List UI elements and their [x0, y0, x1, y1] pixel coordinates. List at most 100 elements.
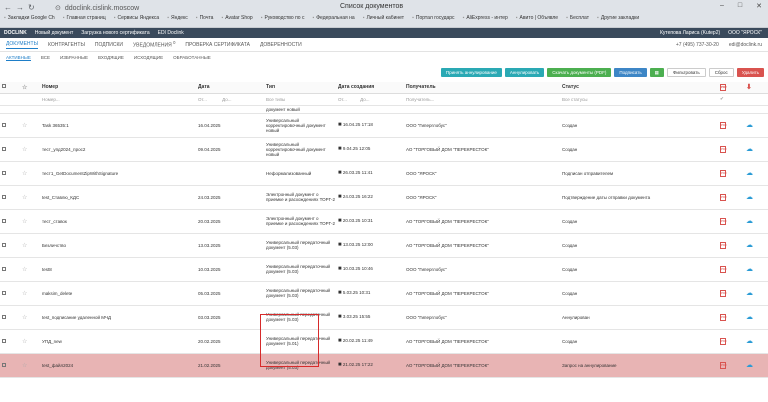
- cloud-download-icon[interactable]: ☁: [746, 170, 753, 177]
- cell-number[interactable]: test_Ставлю_КДС: [40, 185, 196, 210]
- bookmark-item[interactable]: Портал государс: [412, 15, 455, 21]
- col-type[interactable]: Тип: [264, 82, 336, 94]
- folder-icon[interactable]: ■: [338, 170, 342, 176]
- new-document-link[interactable]: Новый документ: [35, 30, 73, 36]
- cell-number[interactable]: test8: [40, 257, 196, 282]
- filter-button[interactable]: Фильтровать: [666, 68, 706, 77]
- folder-icon[interactable]: ■: [338, 290, 342, 296]
- tab-certificate-check[interactable]: ПРОВЕРКА СЕРТИФИКАТА: [185, 42, 250, 48]
- cloud-download-icon[interactable]: ☁: [746, 194, 753, 201]
- site-info-icon[interactable]: ⊙: [55, 4, 61, 12]
- row-checkbox[interactable]: [2, 146, 6, 151]
- bookmark-item[interactable]: AliExpress - интер: [463, 15, 507, 21]
- bookmark-item[interactable]: Главная страниц: [63, 15, 106, 21]
- folder-icon[interactable]: ■: [338, 338, 342, 344]
- col-recipient[interactable]: Получатель: [404, 82, 560, 94]
- favorite-star-icon[interactable]: ☆: [22, 315, 27, 321]
- cloud-download-icon[interactable]: ☁: [746, 242, 753, 249]
- bookmark-item[interactable]: Руководство по с: [261, 15, 304, 21]
- cloud-download-icon[interactable]: ☁: [746, 362, 753, 369]
- subtab-all[interactable]: ВСЕ: [41, 55, 50, 60]
- tab-notifications[interactable]: УВЕДОМЛЕНИЯ 0: [133, 40, 175, 49]
- bookmark-item[interactable]: Яндекс: [167, 15, 188, 21]
- favorite-star-icon[interactable]: ☆: [22, 291, 27, 297]
- sign-button[interactable]: Подписать: [614, 68, 647, 77]
- table-row[interactable]: ☆ Безличство 13.03.2025 Универсальный перед…: [0, 233, 768, 258]
- folder-icon[interactable]: ■: [338, 362, 342, 368]
- cloud-download-icon[interactable]: ☁: [746, 122, 753, 129]
- table-row[interactable]: ☆ тест_упд2024_прос2 09.04.2025 Универсальн…: [0, 137, 768, 162]
- row-checkbox[interactable]: [2, 266, 6, 271]
- subtab-outgoing[interactable]: ИСХОДЯЩИЕ: [134, 55, 163, 60]
- filter-recipient-input[interactable]: Получатель...: [404, 93, 560, 106]
- url-text[interactable]: ddoclink.cislink.moscow: [65, 5, 139, 12]
- folder-icon[interactable]: ■: [338, 242, 342, 248]
- favorite-star-icon[interactable]: ☆: [22, 267, 27, 273]
- download-icon[interactable]: ⬇: [746, 84, 752, 91]
- cloud-download-icon[interactable]: ☁: [746, 266, 753, 273]
- filter-type-select[interactable]: Все типы: [264, 93, 336, 106]
- cell-number[interactable]: УПД_new: [40, 329, 196, 354]
- table-row[interactable]: ☆ test_файл2024 21.02.2025 Универсальный пе…: [0, 353, 768, 378]
- tab-documents[interactable]: ДОКУМЕНТЫ: [6, 41, 39, 49]
- bookmark-item[interactable]: Федеральная на: [312, 15, 354, 21]
- cell-number[interactable]: test_подписание удаленной МЧД: [40, 305, 196, 330]
- col-status[interactable]: Статус: [560, 82, 718, 94]
- upload-certificate-link[interactable]: Загрузка нового сертификата: [81, 30, 149, 36]
- pdf-icon[interactable]: PDF: [720, 145, 727, 153]
- bookmark-item[interactable]: Почта: [196, 15, 214, 21]
- download-pdf-button[interactable]: Скачать документы (PDF): [547, 68, 612, 77]
- pdf-icon[interactable]: PDF: [720, 121, 727, 129]
- col-created[interactable]: Дата создания: [336, 82, 404, 94]
- table-row[interactable]: ☆ maksim_delete 05.03.2025 Универсальный пе…: [0, 281, 768, 306]
- back-icon[interactable]: ←: [4, 3, 12, 12]
- table-row[interactable]: ☆ test8 10.03.2025 Универсальный передаточн…: [0, 257, 768, 282]
- tab-contractors[interactable]: КОНТРАГЕНТЫ: [48, 42, 85, 48]
- folder-icon[interactable]: ■: [338, 266, 342, 272]
- col-date[interactable]: Дата: [196, 82, 264, 94]
- bookmark-item[interactable]: Бесплат: [566, 15, 589, 21]
- favorite-star-icon[interactable]: ☆: [22, 147, 27, 153]
- bookmark-item[interactable]: Другие закладки: [597, 15, 639, 21]
- cloud-download-icon[interactable]: ☁: [746, 338, 753, 345]
- row-checkbox[interactable]: [2, 218, 6, 223]
- pdf-icon[interactable]: PDF: [720, 241, 727, 249]
- close-icon[interactable]: ✕: [756, 2, 762, 10]
- row-checkbox[interactable]: [2, 242, 6, 247]
- bookmark-item[interactable]: Avatar Shop: [221, 15, 252, 21]
- pdf-icon[interactable]: PDF: [720, 83, 727, 91]
- row-checkbox[interactable]: [2, 194, 6, 199]
- table-row[interactable]: ☆ тест_ставок 20.03.2025 Электронный докуме…: [0, 209, 768, 234]
- favorite-star-icon[interactable]: ☆: [22, 123, 27, 129]
- cell-number[interactable]: тест_ставок: [40, 209, 196, 234]
- edi-doclink-link[interactable]: EDI Doclink: [158, 30, 184, 36]
- filter-number-input[interactable]: Номер...: [40, 93, 196, 106]
- table-row[interactable]: ☆ УПД_new 20.02.2025 Универсальный передато…: [0, 329, 768, 354]
- filter-status-select[interactable]: Все статусы: [560, 93, 718, 106]
- favorite-header-star-icon[interactable]: ☆: [22, 85, 27, 91]
- cell-number[interactable]: maksim_delete: [40, 281, 196, 306]
- filter-created-from[interactable]: От...: [338, 97, 347, 102]
- row-checkbox[interactable]: [2, 362, 6, 367]
- pdf-icon[interactable]: PDF: [720, 169, 727, 177]
- reset-button[interactable]: Сброс: [708, 68, 734, 77]
- user-menu[interactable]: Кутепова Лариса (Kutep2): [660, 30, 720, 36]
- cloud-download-icon[interactable]: ☁: [746, 290, 753, 297]
- folder-icon[interactable]: ■: [338, 194, 342, 200]
- filter-created-to[interactable]: До...: [360, 97, 369, 102]
- email-address[interactable]: edi@doclink.ru: [729, 42, 762, 48]
- subtab-active[interactable]: АКТИВНЫЕ: [6, 55, 31, 61]
- maximize-icon[interactable]: □: [738, 2, 742, 10]
- subtab-processed[interactable]: ОБРАБОТАННЫЕ: [173, 55, 211, 60]
- org-selector[interactable]: ООО "ЯРОСК": [728, 30, 762, 36]
- pdf-icon[interactable]: PDF: [720, 313, 727, 321]
- forward-icon[interactable]: →: [16, 3, 24, 12]
- pdf-icon[interactable]: PDF: [720, 217, 727, 225]
- pdf-icon[interactable]: PDF: [720, 337, 727, 345]
- cell-number[interactable]: Task 36535:1: [40, 113, 196, 138]
- favorite-star-icon[interactable]: ☆: [22, 363, 27, 369]
- filter-date-from[interactable]: От...: [198, 97, 207, 102]
- table-row[interactable]: ☆ Task 36535:1 16.04.2025 Универсальный кор…: [0, 113, 768, 138]
- folder-icon[interactable]: ■: [338, 146, 342, 152]
- bookmark-item[interactable]: Авито | Объявле: [516, 15, 559, 21]
